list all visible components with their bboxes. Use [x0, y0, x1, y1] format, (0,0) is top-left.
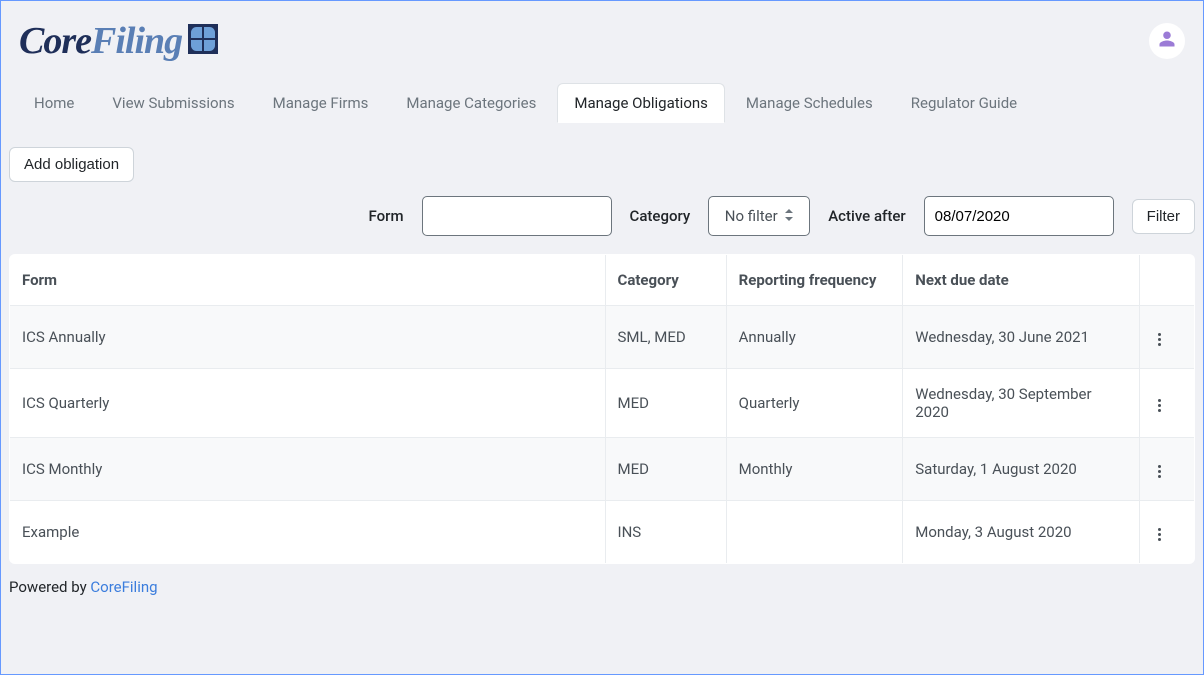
category-filter-select[interactable]: No filter [708, 196, 810, 236]
col-header-actions [1140, 255, 1195, 306]
nav-regulator-guide[interactable]: Regulator Guide [894, 83, 1034, 123]
cell-category: SML, MED [605, 306, 726, 369]
cell-form: ICS Quarterly [10, 369, 606, 438]
footer: Powered by CoreFiling [9, 564, 1195, 596]
nav-manage-obligations-label: Manage Obligations [574, 94, 708, 112]
row-actions-button[interactable] [1152, 459, 1167, 484]
row-actions-button[interactable] [1152, 393, 1167, 418]
table-row: ICS Quarterly MED Quarterly Wednesday, 3… [10, 369, 1195, 438]
form-filter-label: Form [369, 207, 404, 225]
active-after-label: Active after [828, 207, 905, 225]
cell-frequency [726, 501, 903, 564]
form-filter-input[interactable] [422, 196, 612, 236]
nav-manage-categories-label: Manage Categories [406, 94, 536, 112]
nav-manage-categories[interactable]: Manage Categories [389, 83, 553, 123]
nav-regulator-guide-label: Regulator Guide [911, 94, 1017, 112]
table-row: ICS Monthly MED Monthly Saturday, 1 Augu… [10, 438, 1195, 501]
table-row: Example INS Monday, 3 August 2020 [10, 501, 1195, 564]
filter-button[interactable]: Filter [1132, 199, 1195, 234]
col-header-form: Form [10, 255, 606, 306]
active-after-input[interactable] [924, 196, 1114, 236]
row-actions-button[interactable] [1152, 522, 1167, 547]
brand-filing: Filing [91, 19, 182, 63]
brand-logo-mark [188, 24, 218, 54]
cell-category: MED [605, 438, 726, 501]
cell-frequency: Monthly [726, 438, 903, 501]
cell-category: INS [605, 501, 726, 564]
nav-view-submissions-label: View Submissions [112, 94, 234, 112]
nav-manage-firms-label: Manage Firms [273, 94, 369, 112]
footer-text: Powered by [9, 578, 90, 596]
brand-core: Core [19, 19, 91, 63]
brand-logo: CoreFiling [19, 19, 218, 63]
nav-manage-obligations[interactable]: Manage Obligations [557, 83, 725, 123]
footer-link[interactable]: CoreFiling [90, 578, 157, 596]
nav-manage-firms[interactable]: Manage Firms [256, 83, 386, 123]
nav-view-submissions[interactable]: View Submissions [95, 83, 251, 123]
row-actions-button[interactable] [1152, 327, 1167, 352]
add-obligation-button[interactable]: Add obligation [9, 147, 134, 182]
cell-category: MED [605, 369, 726, 438]
nav-manage-schedules[interactable]: Manage Schedules [729, 83, 890, 123]
nav-home-label: Home [34, 94, 74, 112]
cell-due: Wednesday, 30 September 2020 [903, 369, 1140, 438]
cell-frequency: Annually [726, 306, 903, 369]
cell-due: Saturday, 1 August 2020 [903, 438, 1140, 501]
cell-form: Example [10, 501, 606, 564]
nav-manage-schedules-label: Manage Schedules [746, 94, 873, 112]
cell-form: ICS Annually [10, 306, 606, 369]
category-filter-label: Category [630, 207, 691, 225]
cell-due: Monday, 3 August 2020 [903, 501, 1140, 564]
table-row: ICS Annually SML, MED Annually Wednesday… [10, 306, 1195, 369]
nav-home[interactable]: Home [17, 83, 91, 123]
col-header-due: Next due date [903, 255, 1140, 306]
sort-icon [784, 207, 794, 225]
category-filter-value: No filter [725, 207, 778, 225]
cell-frequency: Quarterly [726, 369, 903, 438]
cell-due: Wednesday, 30 June 2021 [903, 306, 1140, 369]
main-nav: Home View Submissions Manage Firms Manag… [9, 63, 1195, 123]
cell-form: ICS Monthly [10, 438, 606, 501]
user-menu-button[interactable] [1149, 23, 1185, 59]
obligations-table: Form Category Reporting frequency Next d… [9, 254, 1195, 564]
col-header-frequency: Reporting frequency [726, 255, 903, 306]
col-header-category: Category [605, 255, 726, 306]
user-icon [1158, 30, 1176, 52]
